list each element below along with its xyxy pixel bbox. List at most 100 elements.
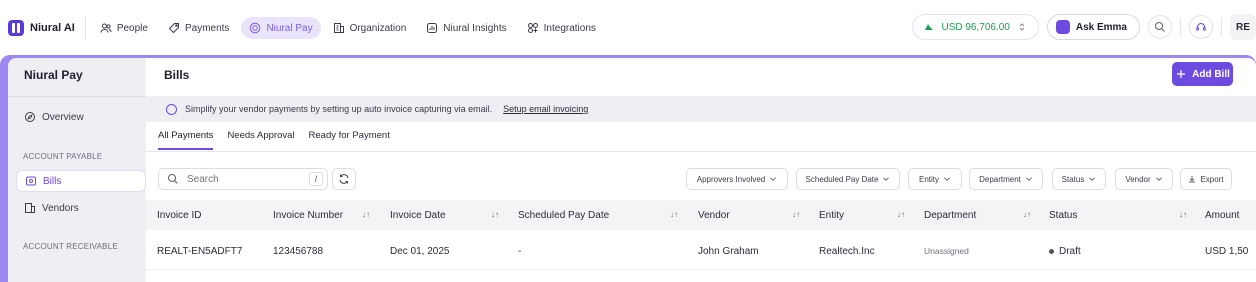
filter-label: Scheduled Pay Date <box>805 174 879 184</box>
refresh-button[interactable] <box>332 168 356 190</box>
sidebar-item-vendors[interactable]: Vendors <box>16 197 146 219</box>
building-icon <box>333 23 344 33</box>
nav-label: Niural Pay <box>266 22 313 34</box>
sidebar-item-bills[interactable]: Bills <box>16 170 146 192</box>
nav-label: Integrations <box>543 22 596 34</box>
cell-vendor: John Graham <box>698 246 759 257</box>
col-scheduled-pay-date[interactable]: Scheduled Pay Date <box>518 210 609 221</box>
sort-icon[interactable]: ↓↑ <box>491 210 499 219</box>
sidebar-item-label: Bills <box>43 175 62 187</box>
sidebar-item-overview[interactable]: Overview <box>16 106 146 128</box>
brand-name: Niural AI <box>30 22 75 34</box>
cell-status: Draft <box>1049 246 1081 257</box>
nav-item-niural-insights[interactable]: Niural Insights <box>418 17 514 39</box>
tab-ready-for-payment[interactable]: Ready for Payment <box>309 130 390 150</box>
cell-amount: USD 1,50 <box>1205 246 1249 257</box>
cell-scheduled-pay-date: - <box>518 246 522 257</box>
cell-invoice-id: REALT-EN5ADFT7 <box>157 246 243 257</box>
filter-vendor[interactable]: Vendor <box>1115 168 1173 190</box>
ask-emma-label: Ask Emma <box>1075 21 1127 33</box>
chevron-down-icon <box>1026 177 1032 181</box>
search-button[interactable] <box>1148 15 1172 39</box>
compass-icon <box>25 112 35 122</box>
col-invoice-number[interactable]: Invoice Number <box>273 210 343 221</box>
nav-label: Payments <box>184 22 230 34</box>
cell-invoice-number: 123456788 <box>273 246 324 257</box>
status-label: Draft <box>1059 246 1081 257</box>
chevron-down-icon <box>1155 177 1162 181</box>
divider <box>1221 18 1222 36</box>
sort-icon[interactable]: ↓↑ <box>670 210 678 219</box>
col-vendor[interactable]: Vendor <box>698 210 730 221</box>
export-button[interactable]: Export <box>1180 168 1232 190</box>
filter-label: Approvers Involved <box>696 174 766 184</box>
nav-item-people[interactable]: People <box>92 17 156 39</box>
refresh-icon <box>339 174 349 184</box>
col-invoice-date[interactable]: Invoice Date <box>390 210 446 221</box>
ask-emma-button[interactable]: Ask Emma <box>1046 14 1140 40</box>
balance-selector[interactable]: USD 96,706.00 <box>912 14 1039 40</box>
sort-icon[interactable]: ↓↑ <box>362 210 370 219</box>
integrations-icon <box>527 23 538 33</box>
filter-label: Entity <box>918 174 939 184</box>
nav-item-integrations[interactable]: Integrations <box>519 17 604 39</box>
col-department[interactable]: Department <box>924 210 976 221</box>
search-icon <box>1154 21 1165 32</box>
search-input[interactable] <box>187 173 307 185</box>
nav-label: Niural Insights <box>443 22 507 34</box>
tab-needs-approval[interactable]: Needs Approval <box>227 130 294 150</box>
support-button[interactable] <box>1189 15 1213 39</box>
chevron-updown-icon <box>1019 23 1025 31</box>
setup-email-link[interactable]: Setup email invoicing <box>503 104 588 114</box>
nav-item-payments[interactable]: Payments <box>160 17 237 39</box>
filter-status[interactable]: Status <box>1052 168 1106 190</box>
sidebar: Niural Pay Overview ACCOUNT PAYABLE Bill… <box>8 58 146 282</box>
niural-pay-icon <box>250 22 261 34</box>
sidebar-item-label: Vendors <box>42 202 79 214</box>
brand[interactable]: Niural AI <box>8 16 86 40</box>
col-amount[interactable]: Amount <box>1205 210 1239 221</box>
main-content: Bills Add Bill Simplify your vendor paym… <box>146 58 1256 282</box>
top-nav: Niural AI People Payments Niural Pay Org… <box>0 6 1256 50</box>
sort-icon[interactable]: ↓↑ <box>792 210 800 219</box>
nav-item-niural-pay[interactable]: Niural Pay <box>241 17 321 39</box>
chevron-down-icon <box>883 177 890 181</box>
add-bill-button[interactable]: Add Bill <box>1172 62 1233 86</box>
tab-all-payments[interactable]: All Payments <box>158 130 214 150</box>
filter-scheduled-pay-date[interactable]: Scheduled Pay Date <box>796 168 900 190</box>
sort-icon[interactable]: ↓↑ <box>1023 210 1031 219</box>
avatar[interactable]: RE <box>1230 14 1256 40</box>
col-invoice-id[interactable]: Invoice ID <box>157 210 201 221</box>
emma-icon <box>1055 20 1070 34</box>
insights-icon <box>427 23 438 33</box>
section-account-receivable: ACCOUNT RECEIVABLE <box>23 242 118 251</box>
wallet-icon <box>925 24 934 30</box>
building-icon <box>25 203 35 213</box>
nav-label: People <box>116 22 148 34</box>
nav-item-organization[interactable]: Organization <box>325 17 415 39</box>
headset-icon <box>1196 22 1206 31</box>
search-icon <box>167 173 178 184</box>
sort-icon[interactable]: ↓↑ <box>1179 210 1187 219</box>
filter-label: Department <box>979 174 1021 184</box>
sidebar-title: Niural Pay <box>24 68 83 82</box>
info-icon <box>166 103 177 115</box>
filter-department[interactable]: Department <box>969 168 1043 190</box>
search-box: / <box>158 168 328 190</box>
sidebar-item-label: Overview <box>42 111 84 123</box>
sort-icon[interactable]: ↓↑ <box>897 210 905 219</box>
cell-invoice-date: Dec 01, 2025 <box>390 246 450 257</box>
filter-entity[interactable]: Entity <box>908 168 962 190</box>
people-icon <box>100 23 112 33</box>
col-entity[interactable]: Entity <box>819 210 844 221</box>
niural-logo-icon <box>8 20 24 36</box>
nav-label: Organization <box>349 22 407 34</box>
cell-entity: Realtech.Inc <box>819 246 875 257</box>
col-status[interactable]: Status <box>1049 210 1077 221</box>
table-header: Invoice ID Invoice Number ↓↑ Invoice Dat… <box>146 200 1256 230</box>
info-banner: Simplify your vendor payments by setting… <box>146 96 1256 122</box>
table-row[interactable]: REALT-EN5ADFT7 123456788 Dec 01, 2025 - … <box>146 230 1256 270</box>
filter-approvers-involved[interactable]: Approvers Involved <box>686 168 788 190</box>
plus-icon <box>1177 70 1186 78</box>
add-bill-label: Add Bill <box>1192 68 1230 80</box>
